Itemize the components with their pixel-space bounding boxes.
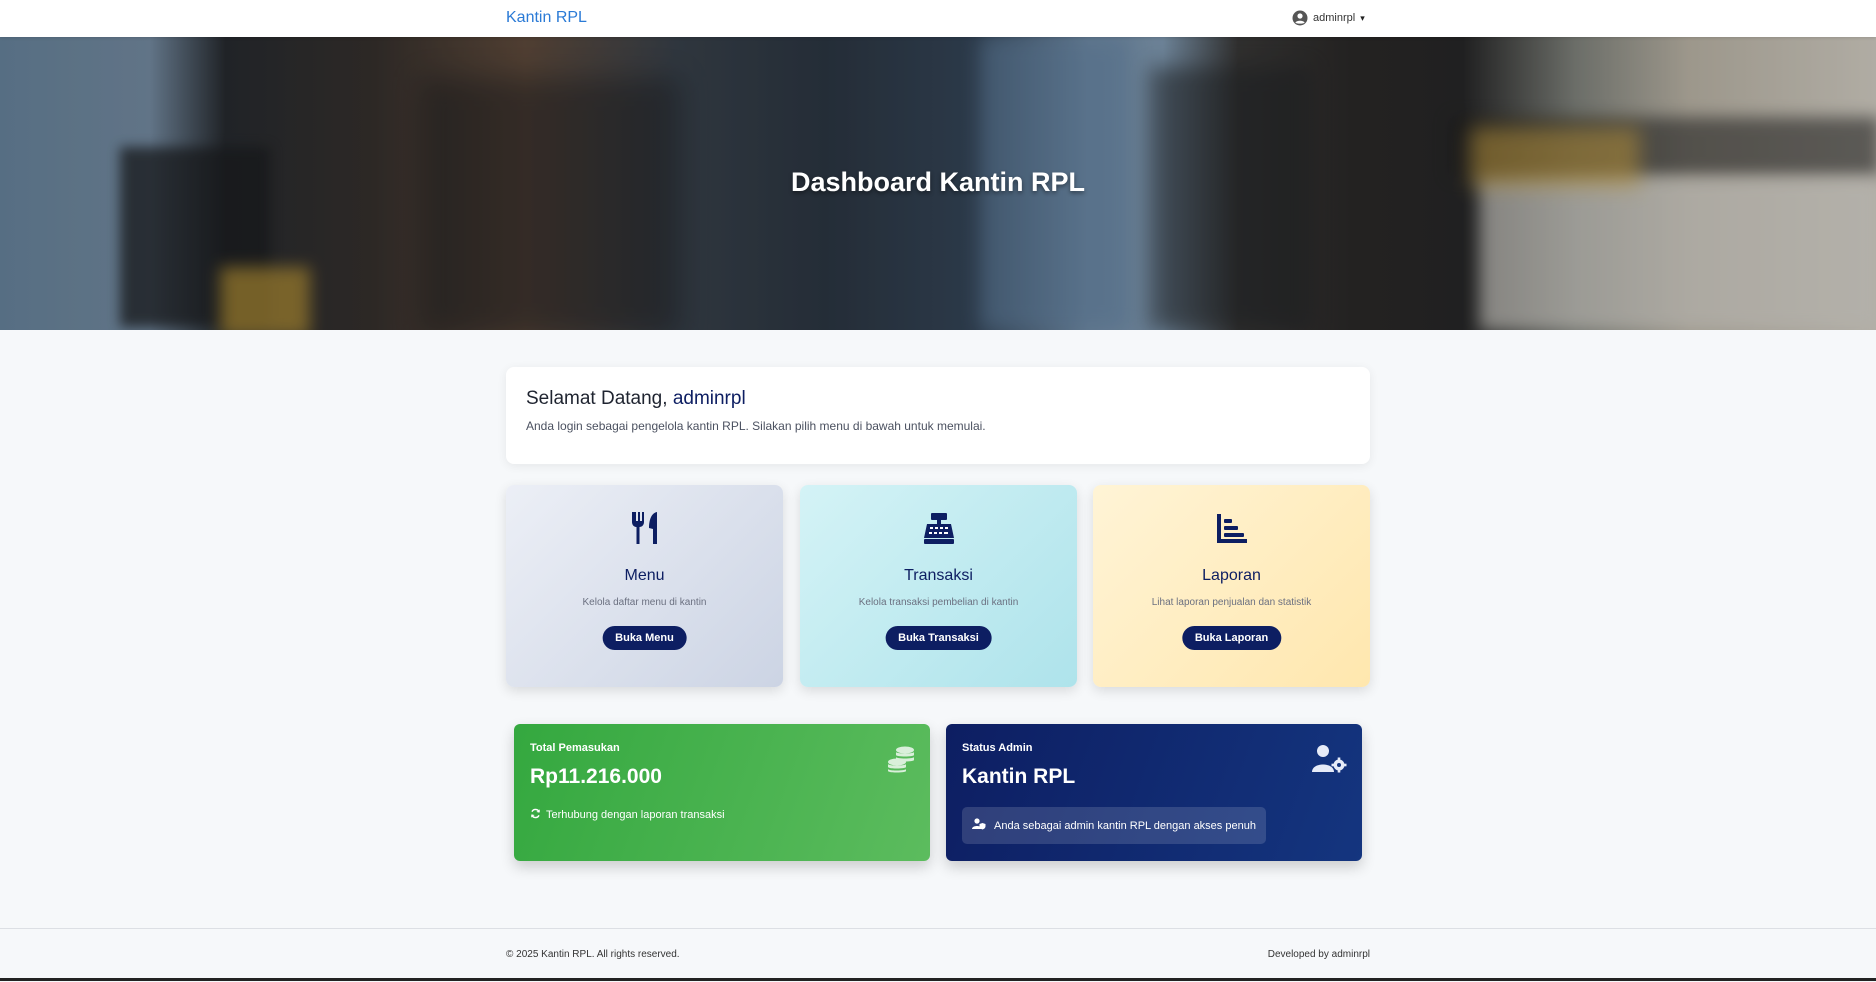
user-gear-icon (1312, 744, 1348, 779)
menu-card: Menu Kelola daftar menu di kantin Buka M… (506, 485, 783, 687)
open-laporan-button[interactable]: Buka Laporan (1181, 626, 1282, 650)
username-label: adminrpl (1313, 12, 1356, 24)
brand-link[interactable]: Kantin RPL (506, 9, 587, 27)
welcome-heading: Selamat Datang, adminrpl (526, 388, 746, 410)
open-menu-button[interactable]: Buka Menu (602, 626, 687, 650)
laporan-card-title: Laporan (1202, 567, 1261, 584)
transaksi-card-description: Kelola transaksi pembelian di kantin (858, 597, 1019, 608)
sync-icon (530, 808, 541, 822)
page-title: Dashboard Kantin RPL (790, 167, 1086, 197)
hero-banner: Dashboard Kantin RPL (0, 37, 1876, 330)
income-value: Rp11.216.000 (530, 765, 662, 788)
footer-developer: Developed by adminrpl (1267, 949, 1370, 960)
chart-icon (1093, 511, 1370, 549)
welcome-card: Selamat Datang, adminrpl Anda login seba… (506, 367, 1370, 464)
menu-card-title: Menu (624, 567, 665, 584)
cash-register-icon (800, 511, 1077, 549)
coins-icon (886, 744, 916, 779)
admin-access-text: Anda sebagai admin kantin RPL dengan aks… (994, 819, 1256, 832)
menu-card-description: Kelola daftar menu di kantin (582, 597, 707, 608)
admin-status-label: Status Admin (962, 742, 1033, 754)
greeting-text: Selamat Datang, (526, 388, 668, 409)
laporan-card-description: Lihat laporan penjualan dan statistik (1151, 597, 1312, 608)
welcome-subtitle: Anda login sebagai pengelola kantin RPL.… (526, 419, 986, 433)
income-note: Terhubung dengan laporan transaksi (530, 808, 725, 822)
admin-status-card: Status Admin Kantin RPL Anda sebagai adm… (946, 724, 1362, 861)
income-note-text: Terhubung dengan laporan transaksi (546, 809, 725, 821)
laporan-card: Laporan Lihat laporan penjualan dan stat… (1093, 485, 1370, 687)
income-label: Total Pemasukan (530, 742, 620, 754)
navbar: Kantin RPL adminrpl ▾ (0, 0, 1876, 37)
chevron-down-icon: ▾ (1360, 12, 1365, 23)
user-circle-icon (1292, 10, 1308, 26)
user-shield-icon (972, 818, 986, 833)
footer-copyright: © 2025 Kantin RPL. All rights reserved. (506, 949, 680, 960)
user-dropdown[interactable]: adminrpl ▾ (1292, 10, 1365, 26)
welcome-username: adminrpl (672, 388, 746, 409)
transaksi-card: Transaksi Kelola transaksi pembelian di … (800, 485, 1077, 687)
utensils-icon (506, 511, 783, 549)
income-card: Total Pemasukan Rp11.216.000 Terhubung d… (514, 724, 930, 861)
footer: © 2025 Kantin RPL. All rights reserved. … (0, 928, 1876, 982)
transaksi-card-title: Transaksi (904, 567, 973, 584)
open-transaksi-button[interactable]: Buka Transaksi (885, 626, 992, 650)
admin-status-value: Kantin RPL (962, 765, 1076, 788)
admin-access-note: Anda sebagai admin kantin RPL dengan aks… (962, 807, 1266, 844)
